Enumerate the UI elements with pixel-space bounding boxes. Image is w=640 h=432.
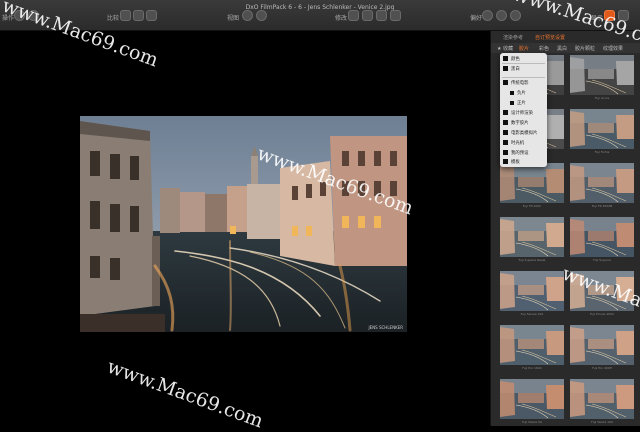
dropdown-item[interactable]: 数字胶片 xyxy=(503,120,529,127)
checkbox-icon xyxy=(503,56,508,61)
dropdown-item[interactable]: 颜色 xyxy=(503,56,520,63)
view-label: 视图 xyxy=(227,15,240,22)
dropdown-item[interactable]: 模板 xyxy=(503,159,520,166)
film-thumbnail[interactable]: Fuji Sensia 100 xyxy=(500,271,564,317)
crop-icon[interactable] xyxy=(348,10,359,21)
filter-texture[interactable]: 纹理效果 xyxy=(603,45,623,52)
photo-credit: JENS SCHLENKER xyxy=(368,325,403,330)
checkbox-icon xyxy=(503,159,508,164)
checkbox-icon xyxy=(503,66,508,71)
dropdown-item-label: 设计师渲染 xyxy=(511,111,533,116)
compare-split-icon[interactable] xyxy=(120,10,131,21)
dropdown-item[interactable]: 负片 xyxy=(510,90,526,97)
thumbnail-image xyxy=(570,55,634,95)
filter-color[interactable]: 彩色 xyxy=(539,45,549,52)
compare-side-icon[interactable] xyxy=(133,10,144,21)
thumbnail-caption: Fuji Velvia 50 xyxy=(522,420,542,424)
settings-icon[interactable] xyxy=(390,10,401,21)
film-thumbnail[interactable]: Fuji Acros xyxy=(570,55,634,101)
checkbox-icon xyxy=(503,150,508,155)
back-icon[interactable] xyxy=(482,10,493,21)
filter-grain[interactable]: 胶片颗粒 xyxy=(575,45,595,52)
dropdown-item-label: 我的预设 xyxy=(511,151,529,156)
compare-full-icon[interactable] xyxy=(146,10,157,21)
thumbnail-image xyxy=(570,325,634,365)
thumbnail-caption: Fuji FP-100C xyxy=(522,204,542,208)
dropdown-item-label: 数字胶片 xyxy=(511,121,529,126)
checkbox-icon xyxy=(503,80,508,85)
dropdown-item-label: 颜色 xyxy=(511,57,520,62)
thumbnail-caption: Fuji Superia xyxy=(593,258,611,262)
thumbnail-image xyxy=(570,217,634,257)
film-thumbnail[interactable]: Fuji Superia Reala xyxy=(500,217,564,263)
thumbnail-image xyxy=(500,325,564,365)
checkbox-icon xyxy=(510,90,514,95)
film-thumbnail[interactable]: Fuji Velvia 100 xyxy=(570,379,634,425)
checkbox-icon xyxy=(503,110,508,115)
venice-canal-photo xyxy=(80,116,407,332)
thumbnail-caption: Fuji Pro 160C xyxy=(522,366,542,370)
dropdown-item[interactable]: 我的预设 xyxy=(503,150,529,157)
zoom-fit-icon[interactable] xyxy=(242,10,253,21)
dropdown-item-label: 模板 xyxy=(511,160,520,165)
thumbnail-caption: Fuji Provia 400X xyxy=(589,312,615,316)
film-thumbnail[interactable]: Fuji Pro 400H xyxy=(570,325,634,371)
film-thumbnail[interactable]: Fuji FP-100C xyxy=(500,163,564,209)
checkbox-icon xyxy=(503,140,508,145)
dropdown-item[interactable]: 传统电影 xyxy=(503,80,529,87)
tab-render-reference[interactable]: 渲染参考 xyxy=(503,34,523,41)
settings-label: 偏好 xyxy=(470,15,483,22)
compare-label: 比较 xyxy=(107,15,120,22)
filter-bw[interactable]: 黑白 xyxy=(557,45,567,52)
film-thumbnail[interactable]: Fuji Pro 160C xyxy=(500,325,564,371)
thumbnail-image xyxy=(570,379,634,419)
film-thumbnail[interactable]: Fuji FP-3000B xyxy=(570,163,634,209)
checkbox-icon xyxy=(503,120,508,125)
dropdown-item-label: 负片 xyxy=(517,91,526,96)
thumbnail-caption: Fuji Velvia 100 xyxy=(591,420,613,424)
thumbnail-image xyxy=(570,109,634,149)
film-type-dropdown: 颜色黑白传统电影负片正片设计师渲染数字胶片电影类模拟片 时光机我的预设模板 xyxy=(500,53,547,167)
thumbnail-caption: Fuji Sensia 100 xyxy=(520,312,544,316)
filter-bar: ★ 收藏 胶片 彩色 黑白 胶片颗粒 纹理效果 xyxy=(491,43,640,53)
dropdown-item[interactable]: 黑白 xyxy=(503,66,520,73)
thumbnail-image xyxy=(500,379,564,419)
checkbox-icon xyxy=(503,130,508,135)
rotate-icon[interactable] xyxy=(362,10,373,21)
dropdown-item-label: 电影类模拟片 xyxy=(511,131,538,136)
dropdown-item-label: 正片 xyxy=(517,101,526,106)
tab-custom-preview[interactable]: 自订预览设置 xyxy=(535,34,565,41)
film-thumbnail[interactable]: Fuji Fortia xyxy=(570,109,634,155)
thumbnail-caption: Fuji Superia Reala xyxy=(518,258,546,262)
thumbnail-caption: Fuji Acros xyxy=(594,96,610,100)
dropdown-separator xyxy=(502,77,545,78)
dropdown-item[interactable]: 设计师渲染 xyxy=(503,110,533,117)
info-icon[interactable] xyxy=(510,10,521,21)
dropdown-item-label: 黑白 xyxy=(511,67,520,72)
filter-favorites[interactable]: ★ 收藏 xyxy=(497,45,513,52)
film-thumbnail[interactable]: Fuji Superia xyxy=(570,217,634,263)
forward-icon[interactable] xyxy=(496,10,507,21)
film-thumbnail[interactable]: Fuji Velvia 50 xyxy=(500,379,564,425)
thumbnail-image xyxy=(500,217,564,257)
thumbnail-image xyxy=(500,271,564,311)
thumbnail-image xyxy=(570,163,634,203)
filter-film[interactable]: 胶片 xyxy=(519,45,529,52)
dropdown-item[interactable]: 时光机 xyxy=(503,140,524,147)
thumbnail-caption: Fuji Fortia xyxy=(594,150,610,154)
histogram-icon[interactable] xyxy=(376,10,387,21)
dropdown-separator xyxy=(502,63,545,64)
dropdown-item-label: 时光机 xyxy=(511,141,525,146)
dropdown-item[interactable]: 正片 xyxy=(510,100,526,107)
zoom-100-icon[interactable] xyxy=(256,10,267,21)
dropdown-item-label: 传统电影 xyxy=(511,81,529,86)
main-photo: JENS SCHLENKER xyxy=(80,116,407,332)
checkbox-icon xyxy=(510,100,514,105)
thumbnail-caption: Fuji Pro 400H xyxy=(592,366,612,370)
edit-label: 修改 xyxy=(335,15,348,22)
thumbnail-caption: Fuji FP-3000B xyxy=(591,204,613,208)
thumbnail-image xyxy=(500,163,564,203)
dropdown-item[interactable]: 电影类模拟片 xyxy=(503,130,537,137)
